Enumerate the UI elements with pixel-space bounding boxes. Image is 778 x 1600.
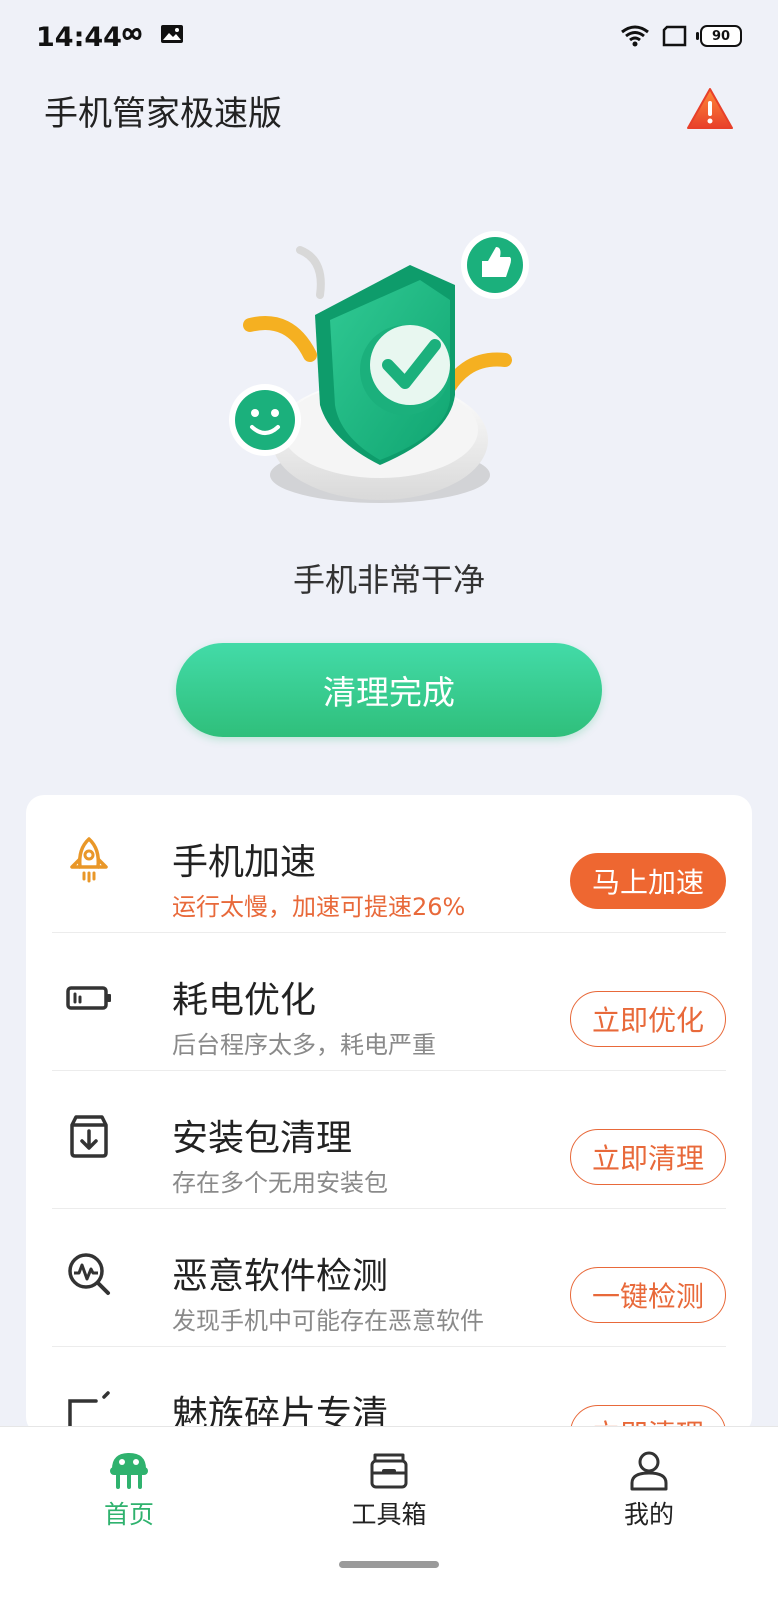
home-indicator[interactable] xyxy=(339,1561,439,1568)
feature-subtitle: 发现手机中可能存在恶意软件 xyxy=(172,1307,484,1335)
shield-clean-illustration xyxy=(229,231,529,503)
app-title: 手机管家极速版 xyxy=(44,94,282,134)
status-bar: 14:44 90 xyxy=(0,0,778,76)
battery-indicator: 90 xyxy=(696,25,742,47)
infinity-icon xyxy=(122,28,142,40)
clean-status-text: 手机非常干净 xyxy=(292,561,485,599)
feature-title: 安装包清理 xyxy=(172,1118,353,1159)
feature-title: 耗电优化 xyxy=(172,980,317,1021)
nav-label: 工具箱 xyxy=(351,1500,427,1529)
package-download-icon xyxy=(70,1115,108,1158)
profile-icon xyxy=(630,1451,668,1491)
nav-label: 我的 xyxy=(623,1500,674,1529)
warning-icon[interactable] xyxy=(686,86,734,132)
nav-item-profile[interactable]: 我的 xyxy=(579,1447,719,1531)
feature-subtitle: 运行太慢，加速可提速26% xyxy=(172,893,466,921)
feature-row-fragment-clean[interactable]: 魅族碎片专清 立即清理 xyxy=(52,1347,726,1435)
feature-row-package-clean[interactable]: 安装包清理 存在多个无用安装包 立即清理 xyxy=(52,1071,726,1209)
wifi-icon xyxy=(621,25,649,47)
feature-title: 手机加速 xyxy=(172,842,317,883)
package-clean-button[interactable]: 立即清理 xyxy=(570,1129,726,1185)
gallery-notification-icon xyxy=(161,25,183,43)
speedup-button[interactable]: 马上加速 xyxy=(570,853,726,909)
nav-item-home[interactable]: 首页 xyxy=(59,1447,199,1531)
feature-row-speedup[interactable]: 手机加速 运行太慢，加速可提速26% 马上加速 xyxy=(52,795,726,933)
malware-scan-button[interactable]: 一键检测 xyxy=(570,1267,726,1323)
feature-subtitle: 后台程序太多，耗电严重 xyxy=(172,1031,436,1059)
battery-icon xyxy=(66,986,111,1010)
feature-title: 恶意软件检测 xyxy=(172,1256,389,1297)
screen-rotate-icon xyxy=(662,25,687,47)
clean-complete-button[interactable]: 清理完成 xyxy=(176,643,602,737)
feature-list-card: 手机加速 运行太慢，加速可提速26% 马上加速 耗电优化 后台程序太多，耗电严重… xyxy=(26,795,752,1435)
feature-subtitle: 存在多个无用安装包 xyxy=(172,1169,388,1197)
rocket-icon xyxy=(70,837,108,883)
bottom-nav: 首页 工具箱 我的 xyxy=(0,1426,778,1600)
alien-home-icon xyxy=(110,1453,148,1489)
status-time: 14:44 xyxy=(36,22,122,53)
toolbox-icon xyxy=(370,1453,408,1489)
feature-row-malware[interactable]: 恶意软件检测 发现手机中可能存在恶意软件 一键检测 xyxy=(52,1209,726,1347)
nav-label: 首页 xyxy=(103,1500,154,1529)
feature-row-battery[interactable]: 耗电优化 后台程序太多，耗电严重 立即优化 xyxy=(52,933,726,1071)
optimize-button[interactable]: 立即优化 xyxy=(570,991,726,1047)
nav-item-toolbox[interactable]: 工具箱 xyxy=(319,1447,459,1531)
malware-scan-icon xyxy=(68,1253,110,1295)
